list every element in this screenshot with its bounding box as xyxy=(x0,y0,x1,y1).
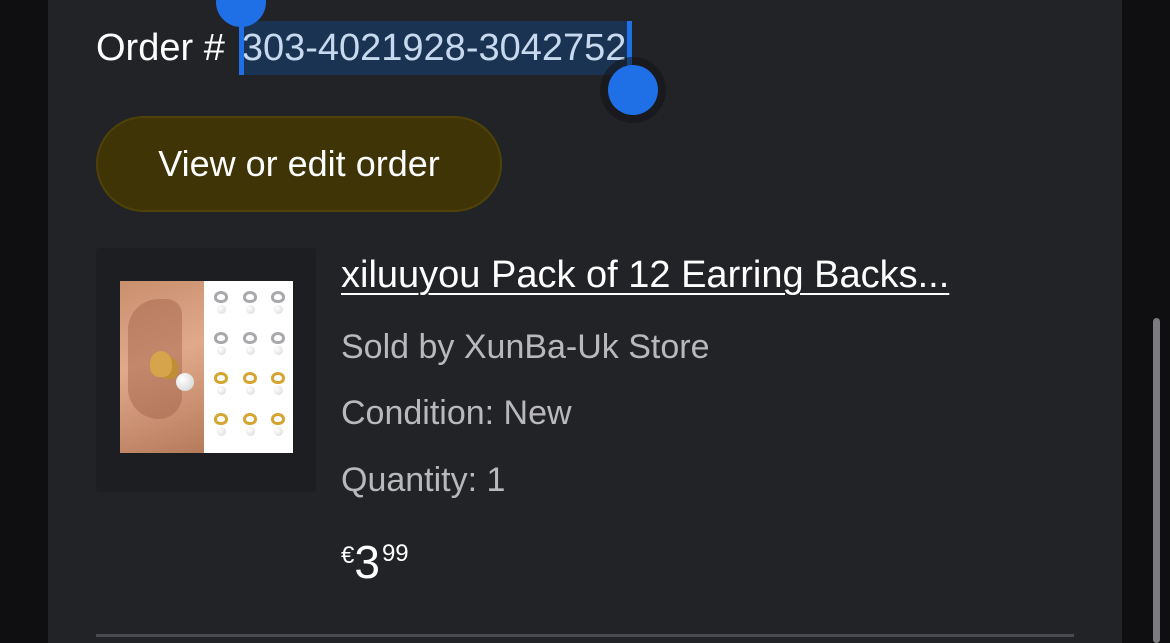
selection-start-handle[interactable] xyxy=(215,0,266,27)
view-or-edit-order-button[interactable]: View or edit order xyxy=(96,116,502,212)
gold-earring-back-icon xyxy=(208,409,235,448)
price-whole: 3 xyxy=(354,536,380,588)
ear-photo xyxy=(120,281,204,453)
condition-text: Condition: New xyxy=(341,394,572,432)
silver-earring-back-icon xyxy=(237,328,264,367)
earring-backs-grid xyxy=(208,287,292,447)
gold-earring-back-icon xyxy=(265,409,292,448)
earring-backs-product-image[interactable] xyxy=(120,281,293,453)
gold-earring-back xyxy=(150,351,172,377)
silver-earring-back-icon xyxy=(237,287,264,326)
selection-start-caret[interactable] xyxy=(238,21,244,75)
item-price: € 3 99 xyxy=(341,534,409,590)
section-divider xyxy=(96,634,1074,637)
order-number-value[interactable]: 303-4021928-3042752 xyxy=(242,27,627,69)
order-number-row: Order # 303-4021928-3042752 xyxy=(96,0,659,115)
silver-earring-back-icon xyxy=(208,328,235,367)
silver-earring-back-icon xyxy=(208,287,235,326)
price-fraction: 99 xyxy=(381,540,409,567)
price-currency: € xyxy=(341,542,355,569)
screen: Order # 303-4021928-3042752 View or edit… xyxy=(0,0,1170,643)
gold-earring-back-icon xyxy=(208,368,235,407)
scrollbar[interactable] xyxy=(1153,318,1160,643)
product-title-link[interactable]: xiluuyou Pack of 12 Earring Backs... xyxy=(341,254,949,297)
gold-earring-back-icon xyxy=(237,409,264,448)
order-number-selected-text[interactable]: 303-4021928-3042752 xyxy=(215,0,659,115)
pearl xyxy=(176,373,194,391)
silver-earring-back-icon xyxy=(265,287,292,326)
silver-earring-back-icon xyxy=(265,328,292,367)
quantity-text: Quantity: 1 xyxy=(341,461,506,499)
order-label: Order # xyxy=(96,26,225,69)
gold-earring-back-icon xyxy=(265,368,292,407)
gold-earring-back-icon xyxy=(237,368,264,407)
seller-text: Sold by XunBa-Uk Store xyxy=(341,328,710,366)
